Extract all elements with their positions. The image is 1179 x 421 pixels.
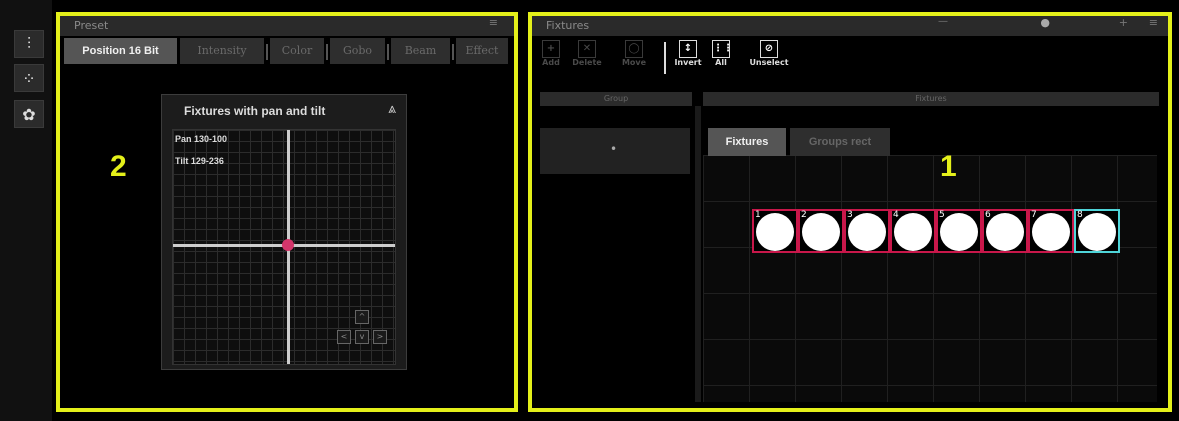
preset-titlebar: Preset [60,16,514,36]
fixture-circle [986,213,1024,251]
tab-separator [452,44,454,60]
step-right-button[interactable]: > [373,330,387,344]
move-button[interactable]: ◯ Move [618,40,650,67]
all-label: All [715,58,727,67]
collapse-icon[interactable]: ⩓ [388,101,396,117]
fixture-cell[interactable]: 5 [936,209,982,253]
fixture-circle [894,213,932,251]
menu-icon[interactable]: ≡ [489,16,498,29]
toolbar-divider [664,42,666,74]
tab-position[interactable]: Position 16 Bit [64,38,177,64]
tab-gobo[interactable]: Gobo [330,38,385,64]
step-left-button[interactable]: < [337,330,351,344]
tab-effect[interactable]: Effect [456,38,508,64]
preset-title: Preset [74,19,109,32]
fixture-circle [1032,213,1070,251]
unselect-label: Unselect [749,58,789,67]
callout-number: 2 [110,150,127,183]
pan-tilt-grid[interactable]: Pan 130-100 Tilt 129-236 ^ < v > [172,129,396,365]
fixture-number: 2 [801,210,807,220]
tab-separator [266,44,268,60]
invert-icon: ↕ [679,40,697,58]
unselect-icon: ⊘ [760,40,778,58]
fixtures-titlebar: Fixtures [532,16,1168,36]
invert-button[interactable]: ↕ Invert [672,40,704,67]
delete-icon: ✕ [578,40,596,58]
group-list[interactable]: • [540,128,690,174]
tab-fixtures[interactable]: Fixtures [708,128,786,156]
tab-beam[interactable]: Beam [391,38,450,64]
minimize-icon[interactable]: — [938,16,948,27]
menu-icon[interactable]: ≡ [1149,16,1158,29]
fixture-number: 8 [1077,210,1083,220]
fixture-number: 4 [893,210,899,220]
delete-label: Delete [572,58,602,67]
palette-icon[interactable]: ✿ [14,100,44,128]
fixture-number: 7 [1031,210,1037,220]
unselect-button[interactable]: ⊘ Unselect [744,40,794,67]
move-label: Move [621,58,647,67]
add-label: Add [542,58,560,67]
fixture-circle [756,213,794,251]
step-up-button[interactable]: ^ [355,310,369,324]
fixture-cell[interactable]: 1 [752,209,798,253]
add-icon: + [542,40,560,58]
column-divider [695,106,701,402]
pan-tilt-header: Fixtures with pan and tilt [184,104,326,118]
position-marker[interactable] [282,239,294,251]
side-toolbar: ⫶ ⁘ ✿ [0,0,54,421]
delete-button[interactable]: ✕ Delete [570,40,604,67]
tab-separator [326,44,328,60]
fixture-cell[interactable]: 7 [1028,209,1074,253]
all-button[interactable]: ⋮⋮ All [708,40,734,67]
add-button[interactable]: + Add [538,40,564,67]
tilt-value: Tilt 129-236 [175,156,224,166]
tab-intensity[interactable]: Intensity [180,38,264,64]
fixture-cell[interactable]: 4 [890,209,936,253]
tab-groups-rect[interactable]: Groups rect [790,128,890,156]
fixture-cell[interactable]: 3 [844,209,890,253]
fixture-number: 5 [939,210,945,220]
faders-icon[interactable]: ⫶ [14,30,44,58]
fixture-cell[interactable]: 8 [1074,209,1120,253]
fixture-cell[interactable]: 6 [982,209,1028,253]
group-item[interactable]: • [610,142,617,156]
move-icon: ◯ [625,40,643,58]
fixture-cell[interactable]: 2 [798,209,844,253]
group-column-header: Group [540,92,692,106]
fixture-circle [1078,213,1116,251]
fixture-number: 3 [847,210,853,220]
position-icon[interactable]: ⁘ [14,64,44,92]
fixture-circle [848,213,886,251]
pan-tilt-box: Fixtures with pan and tilt ⩓ Pan 130-100… [161,94,407,370]
tab-color[interactable]: Color [270,38,324,64]
fixtures-title: Fixtures [546,19,590,32]
tab-separator [387,44,389,60]
callout-number: 1 [940,150,957,183]
settings-icon[interactable]: ● [1040,16,1050,29]
fixture-circle [940,213,978,251]
fixture-circle [802,213,840,251]
fixture-number: 1 [755,210,761,220]
all-icon: ⋮⋮ [712,40,733,58]
fixture-number: 6 [985,210,991,220]
pan-value: Pan 130-100 [175,134,228,144]
fixtures-column-header: Fixtures [703,92,1159,106]
add-icon[interactable]: + [1119,16,1128,29]
invert-label: Invert [674,58,702,67]
fixture-grid[interactable] [703,155,1157,402]
step-down-button[interactable]: v [355,330,369,344]
